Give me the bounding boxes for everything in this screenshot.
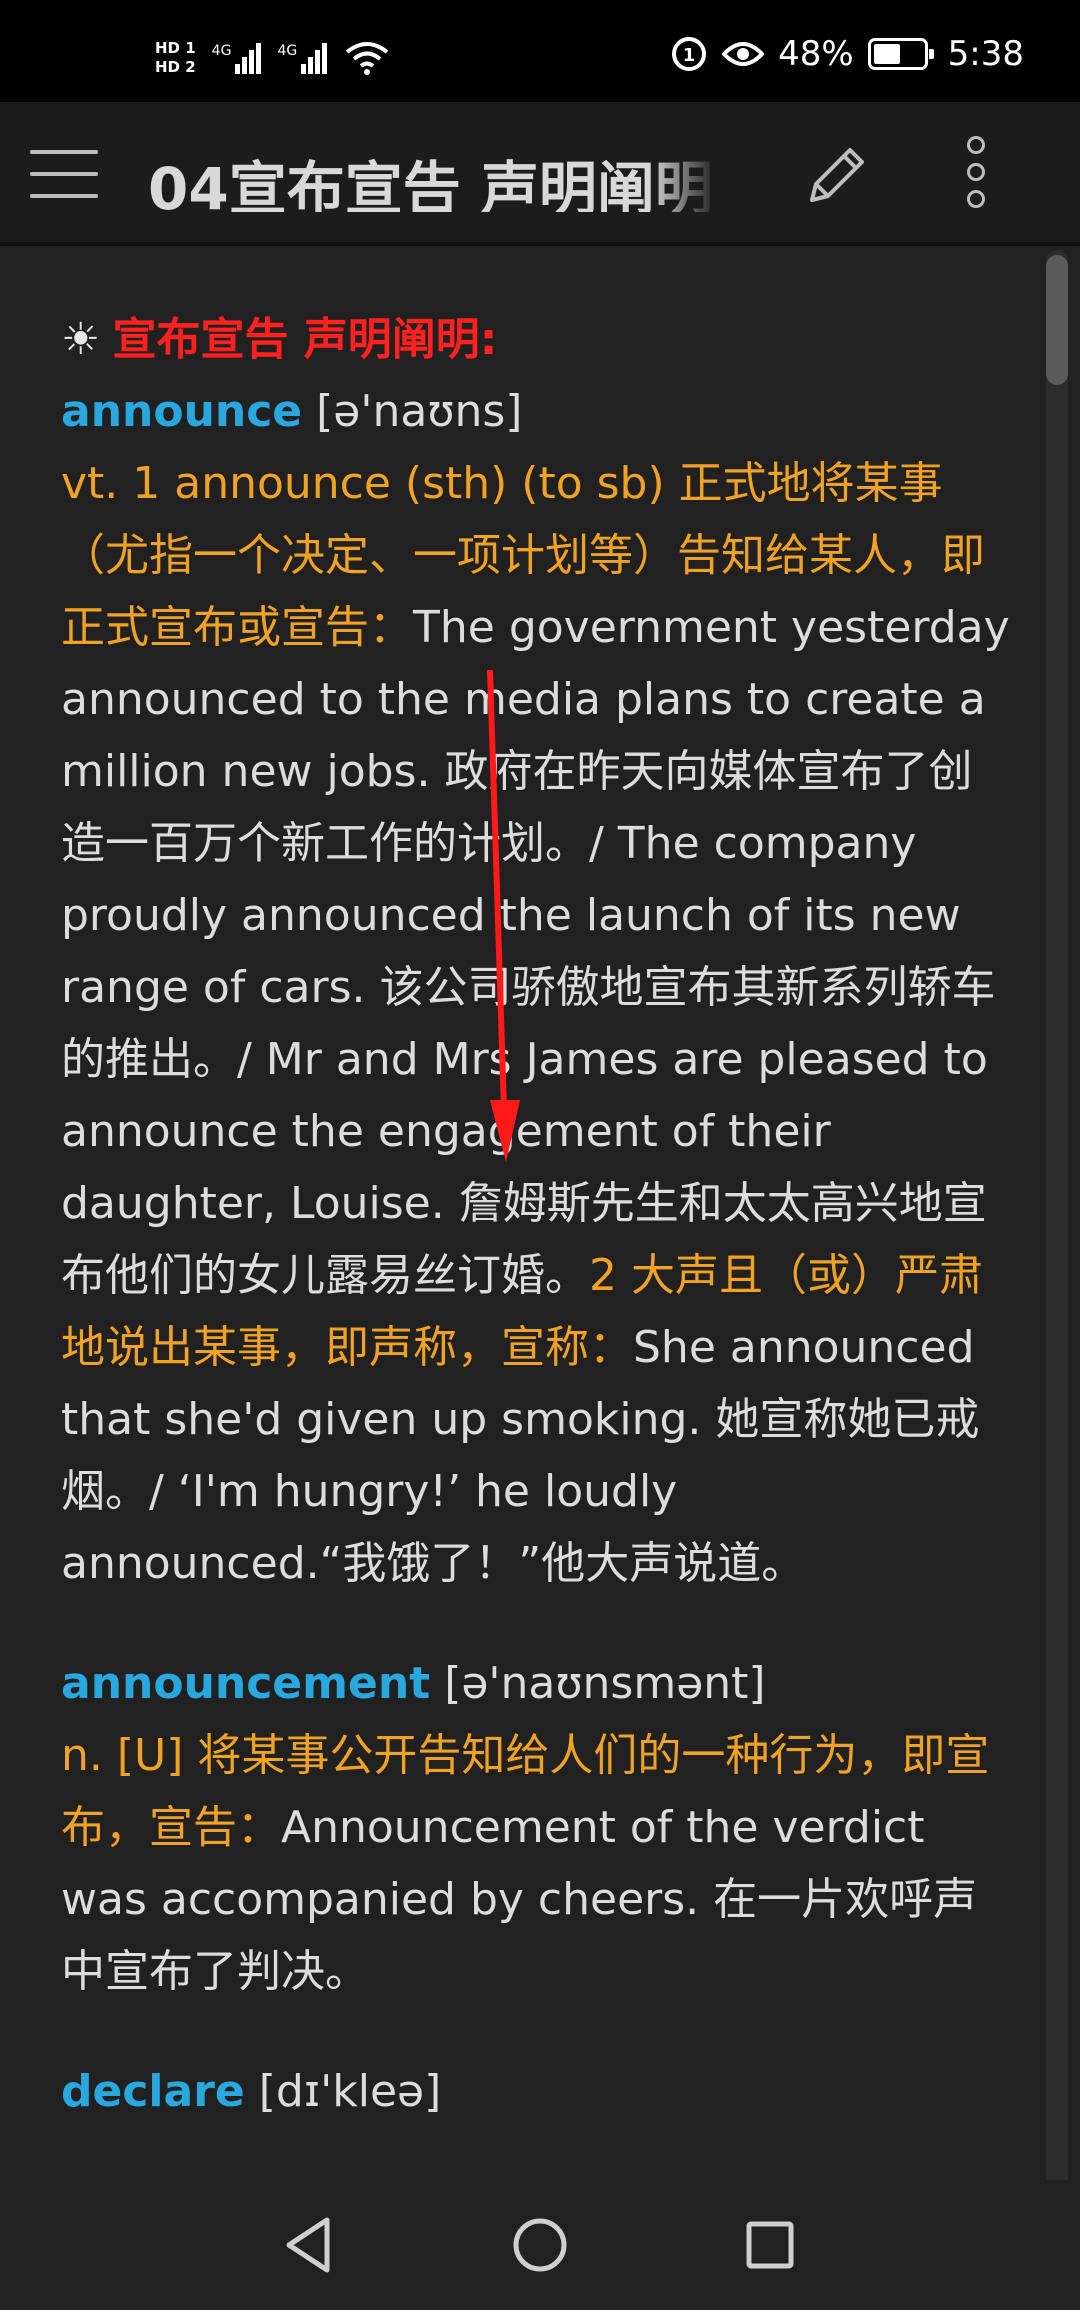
status-bar: HD 1 HD 2 4G 4G 1 48% 5:38 bbox=[0, 0, 1080, 102]
headword: announce bbox=[61, 386, 303, 437]
data-saver-icon: 1 bbox=[672, 37, 707, 71]
headword: declare bbox=[61, 2066, 245, 2117]
example-1: The government yesterday announced to th… bbox=[61, 602, 1010, 1301]
signal-icon-2: 4G bbox=[277, 42, 328, 74]
entry-declare: declare [dɪ'kleə] bbox=[61, 2056, 1010, 2128]
page-title: 04宣布宣告 声明阐明 bbox=[148, 155, 713, 212]
dictionary-content: ☀ 宣布宣告 声明阐明: announce [ə'naʊns] vt. 1 ann… bbox=[0, 250, 1080, 2200]
phonetic: [dɪ'kleə] bbox=[258, 2066, 442, 2117]
sim1-label: HD 1 bbox=[155, 39, 196, 57]
network-type-2: 4G bbox=[277, 42, 298, 59]
sim2-label: HD 2 bbox=[155, 58, 196, 76]
back-triangle-icon[interactable] bbox=[275, 2210, 345, 2280]
annotation-arrow-icon bbox=[487, 670, 520, 1162]
section-heading: ☀ 宣布宣告 声明阐明: bbox=[61, 304, 1010, 376]
entry-announce: announce [ə'naʊns] vt. 1 announce (sth) … bbox=[61, 376, 1010, 1600]
status-left: HD 1 HD 2 4G 4G bbox=[155, 28, 389, 88]
more-vert-icon[interactable] bbox=[954, 136, 998, 216]
scrollbar-track[interactable] bbox=[1046, 250, 1068, 2195]
phonetic: [ə'naʊnsmənt] bbox=[444, 1658, 766, 1709]
sim-indicators: HD 1 HD 2 bbox=[155, 41, 196, 75]
entry-announcement: announcement [ə'naʊnsmənt] n. [U] 将某事公开告… bbox=[61, 1648, 1010, 2008]
svg-text:1: 1 bbox=[683, 45, 696, 66]
battery-percent: 48% bbox=[778, 34, 854, 74]
clock: 5:38 bbox=[947, 34, 1024, 74]
phonetic: [ə'naʊns] bbox=[316, 386, 523, 437]
sun-icon: ☀ bbox=[61, 314, 101, 365]
eye-comfort-icon bbox=[722, 42, 765, 66]
app-toolbar: 04宣布宣告 声明阐明 bbox=[0, 102, 1080, 246]
headword: announcement bbox=[61, 1658, 431, 1709]
pencil-icon[interactable] bbox=[798, 138, 874, 214]
recents-square-icon[interactable] bbox=[735, 2210, 805, 2280]
wifi-icon bbox=[345, 42, 389, 75]
network-type-1: 4G bbox=[211, 42, 232, 59]
heading-text: 宣布宣告 声明阐明: bbox=[112, 314, 498, 365]
status-right: 1 48% 5:38 bbox=[670, 34, 1024, 74]
scrollbar-thumb[interactable] bbox=[1046, 255, 1068, 385]
signal-icon-1: 4G bbox=[211, 42, 262, 74]
hamburger-icon[interactable] bbox=[30, 146, 100, 202]
battery-icon bbox=[867, 38, 934, 70]
home-circle-icon[interactable] bbox=[505, 2210, 575, 2280]
system-nav-bar bbox=[0, 2180, 1080, 2310]
